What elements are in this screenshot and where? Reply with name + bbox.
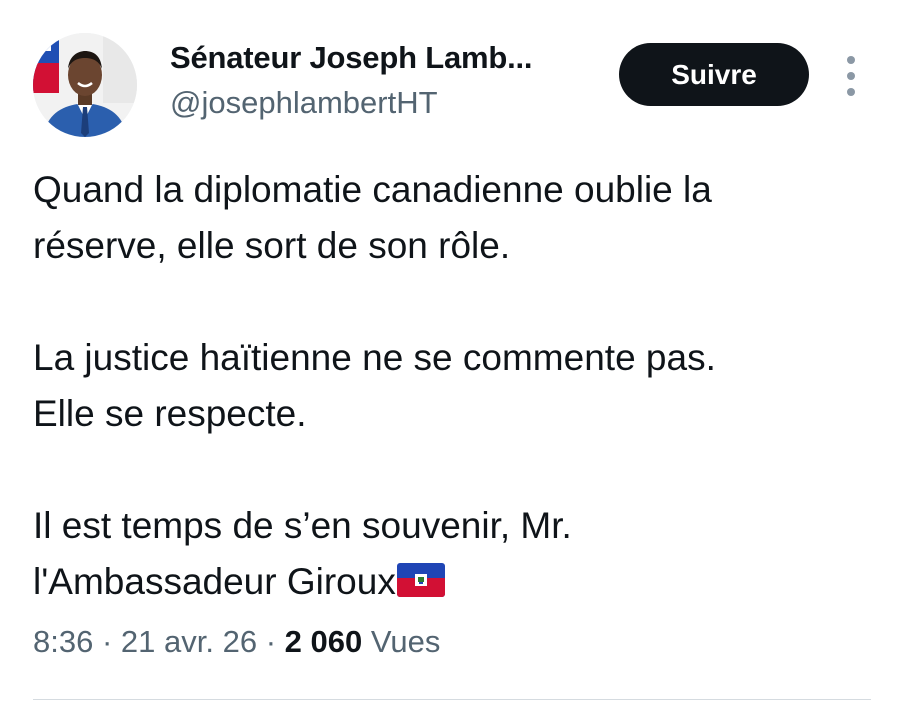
meta-separator: · bbox=[265, 624, 277, 659]
tweet-line: Elle se respecte. bbox=[33, 393, 307, 434]
tweet-time[interactable]: 8:36 bbox=[33, 624, 93, 659]
follow-button[interactable]: Suivre bbox=[619, 43, 809, 106]
avatar[interactable] bbox=[33, 33, 137, 137]
more-options-icon[interactable] bbox=[838, 56, 864, 96]
tweet-line: réserve, elle sort de son rôle. bbox=[33, 225, 511, 266]
tweet-meta: 8:36 · 21 avr. 26 · 2 060 Vues bbox=[33, 624, 440, 660]
divider bbox=[33, 699, 871, 700]
views-label: Vues bbox=[370, 624, 441, 659]
tweet-text: Quand la diplomatie canadienne oublie la… bbox=[33, 162, 883, 610]
tweet-line: l'Ambassadeur Giroux bbox=[33, 561, 396, 602]
display-name[interactable]: Sénateur Joseph Lamb... bbox=[170, 40, 533, 76]
tweet-last-line: l'Ambassadeur Giroux bbox=[33, 554, 883, 610]
views-count: 2 060 bbox=[284, 624, 363, 659]
profile-photo bbox=[33, 33, 137, 137]
tweet-line: La justice haïtienne ne se commente pas. bbox=[33, 337, 716, 378]
haiti-flag-icon bbox=[396, 563, 445, 597]
user-handle[interactable]: @josephlambertHT bbox=[170, 85, 438, 121]
meta-separator: · bbox=[101, 624, 113, 659]
tweet-date[interactable]: 21 avr. 26 bbox=[121, 624, 257, 659]
tweet-line: Quand la diplomatie canadienne oublie la bbox=[33, 169, 712, 210]
tweet-line: Il est temps de s’en souvenir, Mr. bbox=[33, 505, 572, 546]
